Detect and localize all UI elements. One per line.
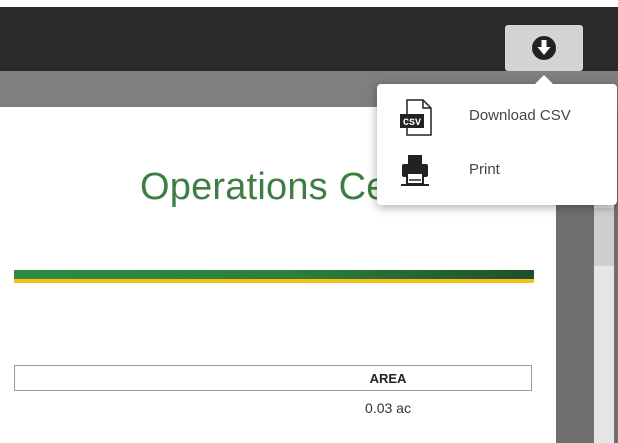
download-menu: CSV Download CSV Print [377,75,617,205]
table-header-area: AREA [14,365,532,391]
download-button[interactable] [505,25,583,71]
data-table: AREA 0.03 ac [14,365,532,425]
menu-item-download-csv[interactable]: CSV Download CSV [377,88,617,143]
scrollbar-thumb[interactable] [594,208,614,266]
banner-yellow-stripe [14,279,534,283]
menu-item-label: Download CSV [469,107,571,124]
brand-banner [14,270,534,283]
download-circle-arrow-icon [532,36,556,60]
banner-green-stripe [14,270,534,279]
menu-item-label: Print [469,161,500,178]
scrollbar[interactable] [594,200,614,443]
menu-item-print[interactable]: Print [377,142,617,197]
top-bar [0,7,618,71]
table-cell-area: 0.03 ac [365,400,411,416]
menu-caret [534,75,554,85]
printer-icon [399,153,433,192]
svg-text:CSV: CSV [403,118,421,129]
csv-file-icon: CSV [399,98,435,143]
